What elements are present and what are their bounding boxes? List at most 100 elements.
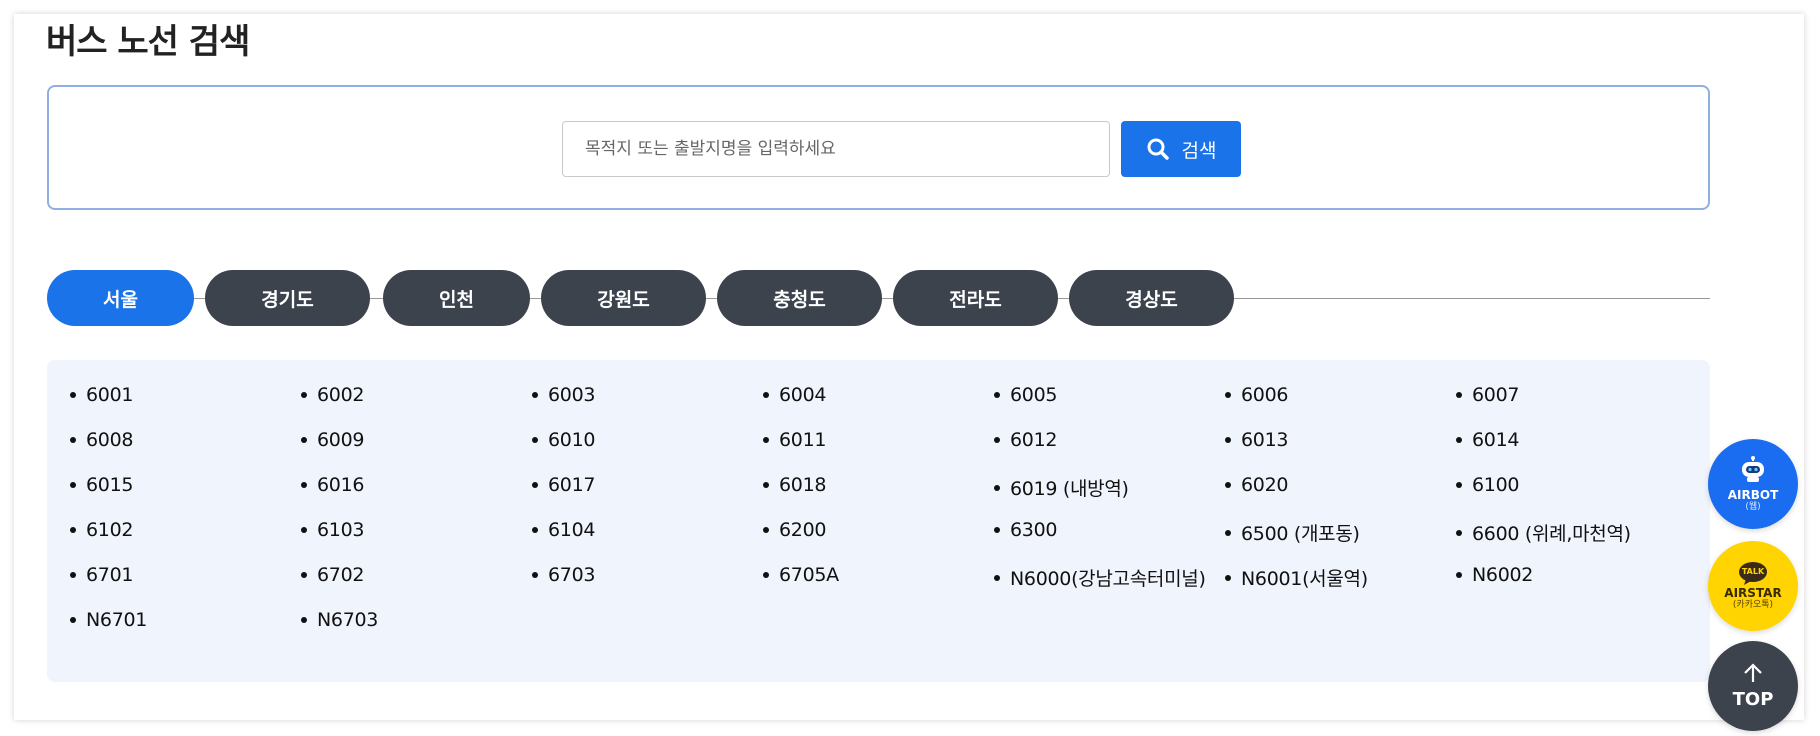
route-item[interactable]: 6019 (내방역) [994, 474, 1129, 501]
route-item[interactable]: 6703 [532, 564, 595, 586]
route-item[interactable]: 6009 [301, 429, 364, 451]
route-label: 6004 [779, 384, 827, 406]
bullet-icon [532, 527, 538, 533]
route-label: 6010 [548, 429, 596, 451]
route-item[interactable]: N6703 [301, 609, 378, 631]
route-item[interactable]: 6020 [1225, 474, 1288, 496]
route-label: 6011 [779, 429, 827, 451]
tab-region-5[interactable]: 전라도 [893, 270, 1058, 326]
route-item[interactable]: 6002 [301, 384, 364, 406]
tab-region-0[interactable]: 서울 [47, 270, 194, 326]
route-label: 6001 [86, 384, 134, 406]
route-label: 6008 [86, 429, 134, 451]
bullet-icon [994, 527, 1000, 533]
route-item[interactable]: 6300 [994, 519, 1057, 541]
search-button[interactable]: 검색 [1121, 121, 1241, 177]
route-item[interactable]: 6015 [70, 474, 133, 496]
search-input[interactable] [562, 121, 1110, 177]
route-item[interactable]: 6104 [532, 519, 595, 541]
route-item[interactable]: 6010 [532, 429, 595, 451]
tab-region-3[interactable]: 강원도 [541, 270, 706, 326]
bullet-icon [994, 437, 1000, 443]
route-label: 6014 [1472, 429, 1520, 451]
route-item[interactable]: 6008 [70, 429, 133, 451]
bullet-icon [70, 482, 76, 488]
airbot-sub-label: (웹) [1745, 501, 1761, 512]
route-item[interactable]: 6003 [532, 384, 595, 406]
bullet-icon [70, 617, 76, 623]
route-item[interactable]: 6500 (개포동) [1225, 519, 1360, 546]
bullet-icon [763, 482, 769, 488]
bullet-icon [1225, 574, 1231, 581]
route-label: 6703 [548, 564, 596, 586]
route-item[interactable]: 6701 [70, 564, 133, 586]
bullet-icon [1456, 392, 1462, 398]
arrow-up-icon [1742, 662, 1764, 687]
route-item[interactable]: N6001(서울역) [1225, 564, 1368, 591]
bullet-icon [763, 527, 769, 533]
route-label: 6003 [548, 384, 596, 406]
route-label: 6705A [779, 564, 839, 586]
airbot-label: AIRBOT [1727, 487, 1779, 502]
route-label: 6104 [548, 519, 596, 541]
bullet-icon [70, 572, 76, 578]
route-label: 6018 [779, 474, 827, 496]
route-item[interactable]: 6007 [1456, 384, 1519, 406]
bullet-icon [994, 392, 1000, 398]
route-label: 6013 [1241, 429, 1289, 451]
route-label: 6701 [86, 564, 134, 586]
route-item[interactable]: 6705A [763, 564, 839, 586]
route-item[interactable]: 6014 [1456, 429, 1519, 451]
bullet-icon [301, 527, 307, 533]
route-item[interactable]: 6103 [301, 519, 364, 541]
route-item[interactable]: 6005 [994, 384, 1057, 406]
route-item[interactable]: 6004 [763, 384, 826, 406]
route-label: 6015 [86, 474, 134, 496]
route-item[interactable]: 6011 [763, 429, 826, 451]
route-item[interactable]: N6701 [70, 609, 147, 631]
bullet-icon [532, 392, 538, 398]
route-item[interactable]: 6600 (위례,마천역) [1456, 519, 1631, 546]
bullet-icon [301, 392, 307, 398]
route-item[interactable]: 6012 [994, 429, 1057, 451]
route-item[interactable]: 6702 [301, 564, 364, 586]
route-label: N6701 [86, 609, 148, 631]
route-item[interactable]: 6017 [532, 474, 595, 496]
route-label: 6006 [1241, 384, 1289, 406]
bullet-icon [1225, 392, 1231, 398]
route-item[interactable]: N6002 [1456, 564, 1533, 586]
airbot-button[interactable]: AIRBOT (웹) [1708, 439, 1798, 529]
route-item[interactable]: 6200 [763, 519, 826, 541]
route-label: 6600 (위례,마천역) [1472, 523, 1631, 545]
route-item[interactable]: 6102 [70, 519, 133, 541]
scroll-top-button[interactable]: TOP [1708, 641, 1798, 731]
route-item[interactable]: N6000(강남고속터미널) [994, 564, 1206, 591]
bullet-icon [763, 572, 769, 578]
airstar-button[interactable]: TALK AIRSTAR (카카오톡) [1708, 541, 1798, 631]
route-label: 6005 [1010, 384, 1058, 406]
bullet-icon [1456, 529, 1462, 536]
bullet-icon [70, 392, 76, 398]
route-item[interactable]: 6001 [70, 384, 133, 406]
route-label: 6009 [317, 429, 365, 451]
route-item[interactable]: 6013 [1225, 429, 1288, 451]
tab-region-6[interactable]: 경상도 [1069, 270, 1234, 326]
route-item[interactable]: 6016 [301, 474, 364, 496]
bullet-icon [301, 437, 307, 443]
route-label: 6016 [317, 474, 365, 496]
route-item[interactable]: 6018 [763, 474, 826, 496]
bullet-icon [532, 482, 538, 488]
route-label: N6002 [1472, 564, 1534, 586]
bullet-icon [1456, 482, 1462, 488]
route-label: 6007 [1472, 384, 1520, 406]
bullet-icon [763, 437, 769, 443]
tab-region-4[interactable]: 충청도 [717, 270, 882, 326]
route-item[interactable]: 6100 [1456, 474, 1519, 496]
route-label: 6300 [1010, 519, 1058, 541]
bullet-icon [301, 482, 307, 488]
route-item[interactable]: 6006 [1225, 384, 1288, 406]
bullet-icon [301, 617, 307, 623]
tab-region-2[interactable]: 인천 [383, 270, 530, 326]
tab-region-1[interactable]: 경기도 [205, 270, 370, 326]
route-label: 6102 [86, 519, 134, 541]
